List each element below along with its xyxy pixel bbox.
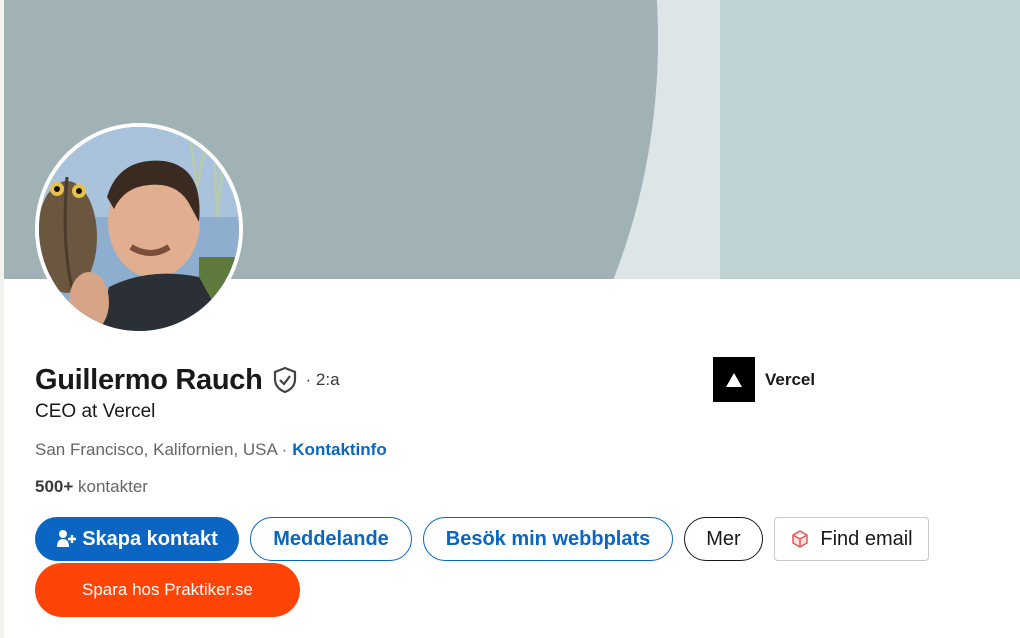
profile-avatar[interactable] <box>35 123 243 335</box>
avatar-photo <box>39 127 239 331</box>
cube-icon <box>790 529 810 549</box>
find-email-button[interactable]: Find email <box>774 517 929 561</box>
create-contact-button[interactable]: Skapa kontakt <box>35 517 239 561</box>
location-row: San Francisco, Kalifornien, USA · Kontak… <box>35 440 387 460</box>
company-name: Vercel <box>765 369 816 389</box>
current-company[interactable]: Vercel <box>713 357 815 402</box>
verified-shield-icon[interactable] <box>272 366 300 394</box>
message-button[interactable]: Meddelande <box>250 517 412 561</box>
connections-count[interactable]: 500+ kontakter <box>35 477 148 497</box>
profile-headline: CEO at Vercel <box>35 401 156 422</box>
profile-location: San Francisco, Kalifornien, USA · <box>35 440 288 459</box>
visit-website-button[interactable]: Besök min webbplats <box>423 517 673 561</box>
save-praktiker-button[interactable]: Spara hos Praktiker.se <box>35 563 300 617</box>
find-email-label: Find email <box>820 527 913 550</box>
connections-number: 500+ <box>35 477 74 496</box>
profile-card: Guillermo Rauch · 2:a CEO at Vercel San … <box>4 0 1020 638</box>
add-person-icon <box>56 529 77 549</box>
connection-degree: · 2:a <box>305 370 340 389</box>
contact-info-link[interactable]: Kontaktinfo <box>292 440 386 460</box>
cover-panel-shape <box>720 0 1020 279</box>
profile-name: Guillermo Rauch <box>35 363 263 396</box>
triangle-logo-icon <box>713 357 755 402</box>
create-contact-label: Skapa kontakt <box>82 527 218 550</box>
connections-label: kontakter <box>73 477 148 496</box>
name-row: Guillermo Rauch · 2:a <box>35 360 340 400</box>
more-button[interactable]: Mer <box>684 517 763 561</box>
